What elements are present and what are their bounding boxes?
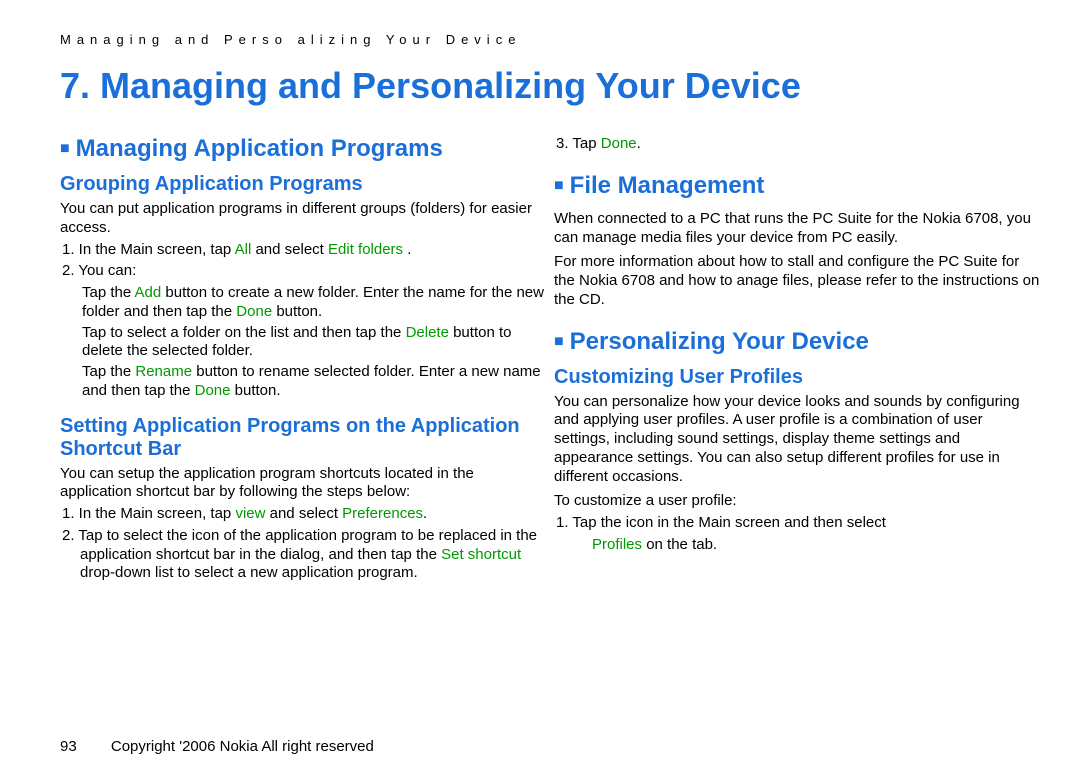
page-footer: 93 Copyright '2006 Nokia All right reser… [60, 738, 374, 755]
page-number: 93 [60, 738, 77, 755]
text: 3. Tap [556, 135, 597, 152]
square-bullet-icon: ■ [554, 333, 564, 350]
text: . [423, 505, 427, 522]
section-personalizing: ■ Personalizing Your Device [554, 328, 1040, 356]
ui-label-set-shortcut: Set shortcut [441, 546, 521, 563]
square-bullet-icon: ■ [60, 140, 70, 157]
square-bullet-icon: ■ [554, 177, 564, 194]
step-2-shortcut: 2. Tap to select the icon of the applica… [80, 527, 546, 583]
step-1-profile-cont: Profiles on the tab. [592, 536, 1040, 555]
step-1-shortcut: 1. In the Main screen, tap view and sele… [80, 505, 546, 524]
text: 1. Tap the icon in the Main screen and t… [556, 514, 886, 531]
text: . [407, 241, 411, 258]
running-header: Managing and Perso alizing Your Device [60, 32, 1040, 47]
chapter-title: 7. Managing and Personalizing Your Devic… [60, 65, 1040, 107]
paragraph: You can setup the application program sh… [60, 465, 546, 503]
paragraph: To customize a user profile: [554, 492, 1040, 511]
paragraph: You can put application programs in diff… [60, 200, 546, 238]
text: 1. In the Main screen, tap [62, 241, 231, 258]
heading-shortcut-bar: Setting Application Programs on the Appl… [60, 415, 546, 461]
ui-label-view: view [235, 505, 265, 522]
text: drop-down list to select a new applicati… [80, 564, 418, 581]
ui-label-done: Done [236, 303, 272, 320]
text: Tap the [82, 284, 135, 301]
step-3: 3. Tap Done. [574, 135, 1040, 154]
section-file-management: ■ File Management [554, 172, 1040, 200]
section-title-text: File Management [570, 172, 765, 199]
step-2: 2. You can: [80, 262, 546, 281]
text: 1. In the Main screen, tap [62, 505, 235, 522]
text: button. [272, 303, 322, 320]
ui-label-add: Add [135, 284, 162, 301]
text: button. [230, 382, 280, 399]
section-title-text: Personalizing Your Device [570, 328, 869, 355]
ui-label-preferences: Preferences [342, 505, 423, 522]
copyright: Copyright '2006 Nokia All right reserved [111, 738, 374, 755]
ui-label-all: All [235, 241, 252, 258]
ui-label-edit-folders: Edit folders [328, 241, 403, 258]
substep-delete: Tap to select a folder on the list and t… [82, 324, 546, 362]
paragraph: You can personalize how your device look… [554, 393, 1040, 487]
ui-label-profiles: Profiles [592, 536, 642, 553]
text: Tap the [82, 363, 135, 380]
text: and select [255, 241, 323, 258]
heading-grouping: Grouping Application Programs [60, 173, 546, 196]
text: on the tab. [642, 536, 717, 553]
ui-label-done: Done [195, 382, 231, 399]
section-title-text: Managing Application Programs [76, 135, 443, 162]
heading-user-profiles: Customizing User Profiles [554, 366, 1040, 389]
section-managing-apps: ■ Managing Application Programs [60, 135, 546, 163]
paragraph: When connected to a PC that runs the PC … [554, 210, 1040, 248]
step-1-profile: 1. Tap the icon in the Main screen and t… [574, 514, 1040, 533]
ui-label-done: Done [601, 135, 637, 152]
right-column: 3. Tap Done. ■ File Management When conne… [554, 131, 1040, 586]
left-column: ■ Managing Application Programs Grouping … [60, 131, 546, 586]
ui-label-delete: Delete [406, 324, 449, 341]
text: Tap to select a folder on the list and t… [82, 324, 406, 341]
text: and select [265, 505, 342, 522]
substep-rename: Tap the Rename button to rename selected… [82, 363, 546, 401]
paragraph: For more information about how to stall … [554, 253, 1040, 309]
substep-add: Tap the Add button to create a new folde… [82, 284, 546, 322]
text: . [637, 135, 641, 152]
step-1: 1. In the Main screen, tap All and selec… [80, 241, 546, 260]
ui-label-rename: Rename [135, 363, 192, 380]
